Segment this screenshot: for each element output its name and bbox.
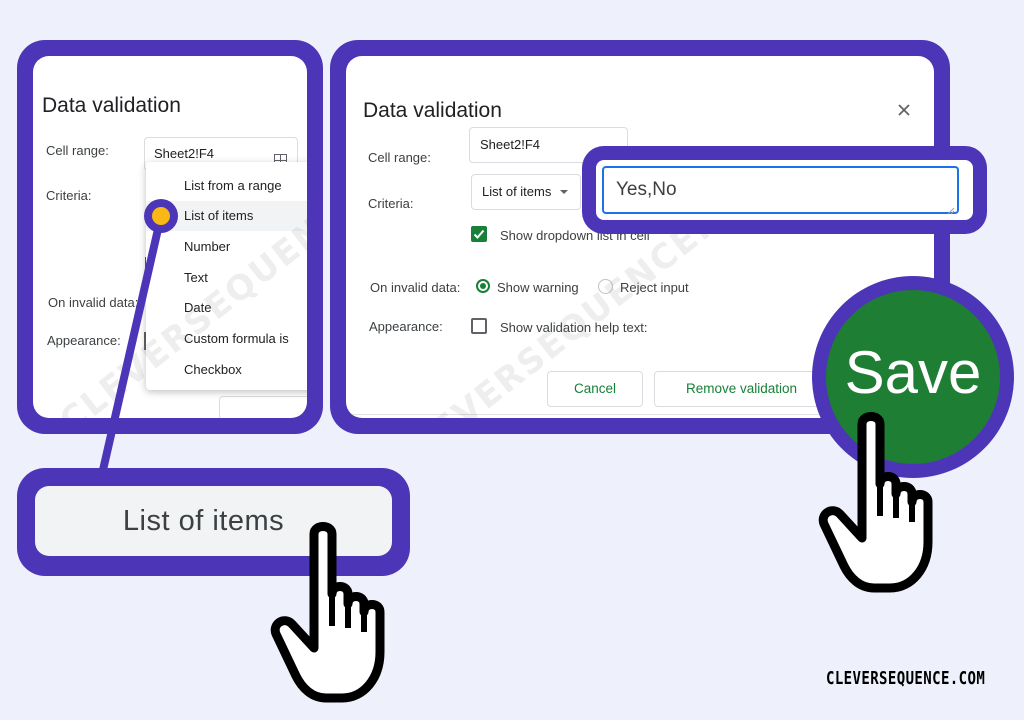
right-appearance-label: Appearance: <box>369 319 443 334</box>
menu-item-text[interactable]: Text <box>146 263 307 293</box>
left-button-edge <box>219 396 307 418</box>
hand-cursor-icon <box>818 412 933 593</box>
remove-validation-button[interactable]: Remove validation <box>654 371 829 407</box>
help-text-label: Show validation help text: <box>500 320 648 335</box>
right-cell-range-label: Cell range: <box>368 150 431 165</box>
left-cell-range-value: Sheet2!F4 <box>154 146 214 161</box>
right-cell-range-value: Sheet2!F4 <box>480 137 540 152</box>
cancel-button[interactable]: Cancel <box>547 371 643 407</box>
items-input-frame: Yes,No <box>582 146 987 234</box>
dropdown-arrow-icon <box>560 190 568 194</box>
menu-item-date[interactable]: Date <box>146 293 307 323</box>
resize-handle-icon <box>947 202 955 215</box>
brand-text: CLEVERSEQUENCE.COM <box>826 668 986 689</box>
left-appearance-label: Appearance: <box>47 333 121 348</box>
items-input[interactable]: Yes,No <box>602 166 959 215</box>
criteria-dropdown-menu: List from a range List of items Number T… <box>146 162 307 390</box>
show-warning-label: Show warning <box>497 280 579 295</box>
menu-item-number[interactable]: Number <box>146 232 307 262</box>
menu-item-custom-formula[interactable]: Custom formula is <box>146 324 307 354</box>
help-text-checkbox[interactable] <box>471 318 487 334</box>
left-dialog-frame: Data validation Cell range: Sheet2!F4 Cr… <box>17 40 323 434</box>
radio-icon[interactable] <box>476 279 490 293</box>
left-dialog: Data validation Cell range: Sheet2!F4 Cr… <box>33 56 307 418</box>
right-on-invalid-label: On invalid data: <box>370 280 461 295</box>
selection-dot <box>144 199 178 233</box>
reject-input-label: Reject input <box>620 280 689 295</box>
criteria-select-value: List of items <box>482 184 552 199</box>
left-on-invalid-label: On invalid data: <box>48 295 139 310</box>
hand-cursor-icon <box>270 522 385 703</box>
right-dialog-title: Data validation <box>363 99 502 122</box>
menu-item-checkbox[interactable]: Checkbox <box>146 355 307 385</box>
left-dialog-title: Data validation <box>42 94 181 117</box>
checkbox-checked-icon[interactable] <box>471 226 487 242</box>
left-criteria-label: Criteria: <box>46 188 92 203</box>
right-criteria-label: Criteria: <box>368 196 414 211</box>
criteria-select[interactable]: List of items <box>471 174 581 210</box>
close-icon[interactable] <box>897 103 911 117</box>
grid-icon[interactable] <box>274 147 287 167</box>
save-button-label: Save <box>844 339 982 406</box>
radio-icon[interactable] <box>598 279 613 294</box>
items-input-value: Yes,No <box>616 179 677 200</box>
menu-item-list-from-range[interactable]: List from a range <box>146 171 307 201</box>
left-cell-range-label: Cell range: <box>46 143 109 158</box>
